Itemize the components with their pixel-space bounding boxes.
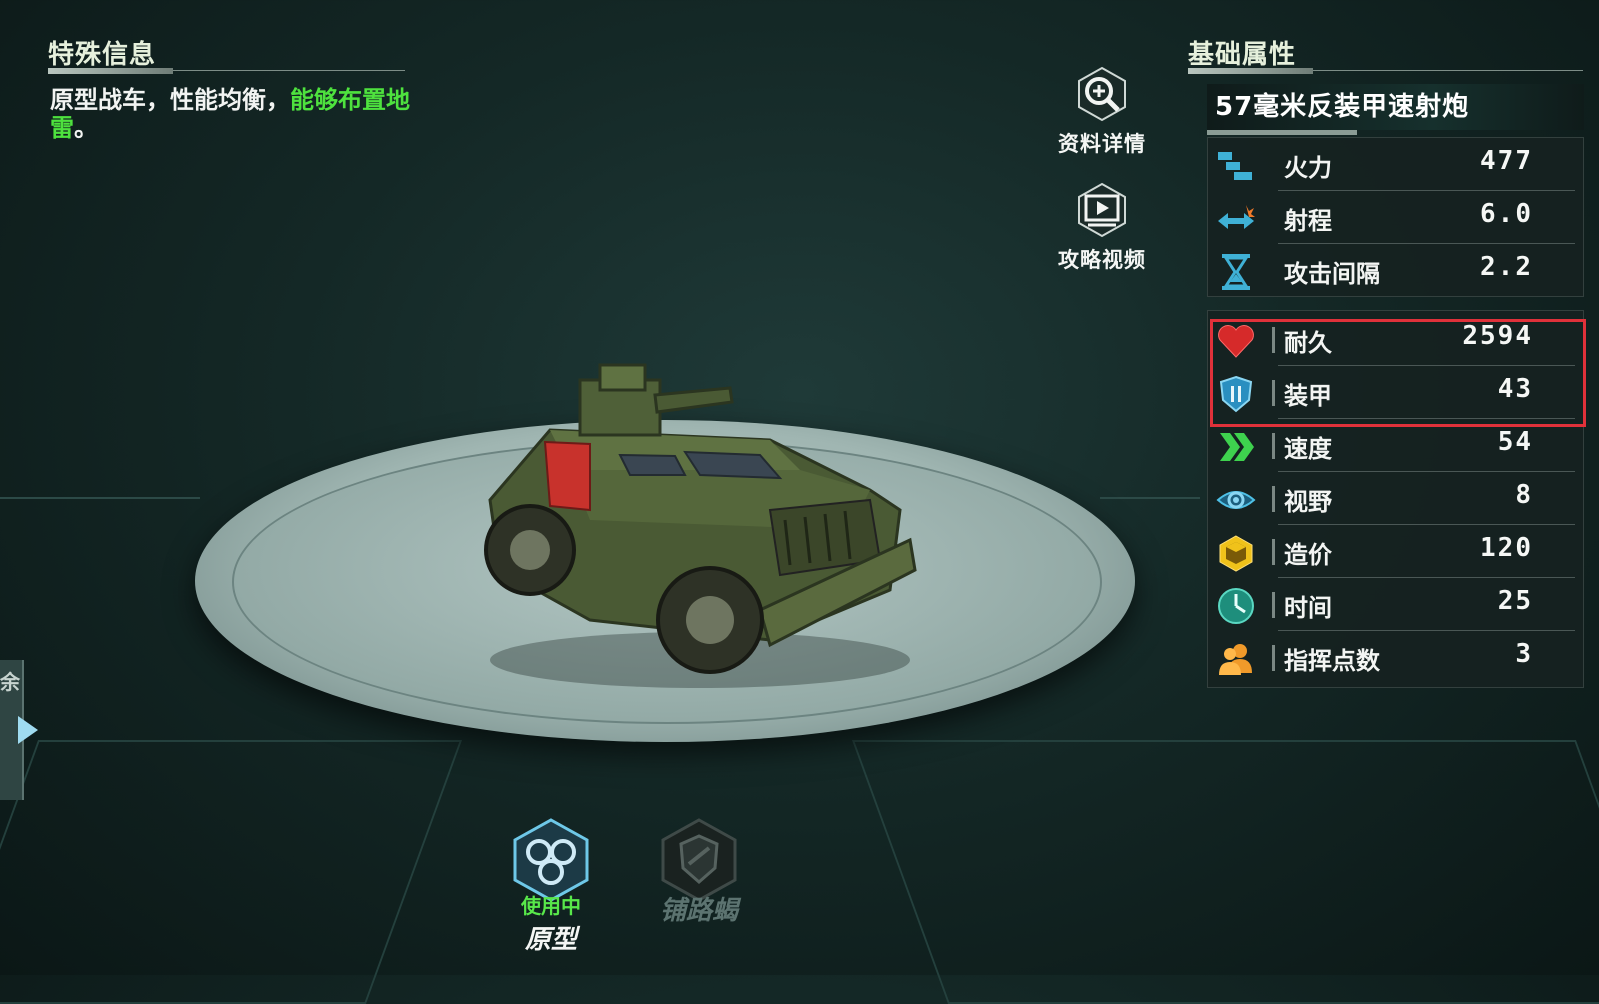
- special-info-text-normal: 原型战车，性能均衡，: [50, 86, 290, 114]
- magnify-plus-icon: [1074, 66, 1130, 122]
- stats-panel: 57毫米反装甲速射炮 火力 477 射程 6.0 攻击间隔 2.2 耐久 259…: [1207, 84, 1584, 714]
- row-marker: [1272, 592, 1275, 618]
- special-info-underline: [48, 68, 173, 74]
- bg-divider: [1100, 497, 1200, 499]
- video-play-icon: [1074, 182, 1130, 238]
- stat-value: 43: [1497, 374, 1533, 404]
- variant-prototype[interactable]: 使用中 原型: [476, 818, 626, 956]
- special-info-rule: [173, 70, 405, 71]
- attack-stats-group: 火力 477 射程 6.0 攻击间隔 2.2: [1207, 137, 1584, 297]
- special-info-title: 特殊信息: [48, 40, 157, 70]
- stat-value: 2.2: [1480, 252, 1533, 282]
- stat-row-attack-interval: 攻击间隔 2.2: [1208, 244, 1585, 297]
- special-info-text-end: 。: [74, 114, 98, 142]
- row-marker: [1272, 327, 1275, 353]
- stat-row-range: 射程 6.0: [1208, 191, 1585, 244]
- stat-label: 视野: [1284, 488, 1332, 516]
- stat-row-command-points: 指挥点数 3: [1208, 631, 1585, 684]
- row-marker: [1272, 645, 1275, 671]
- details-label: 资料详情: [1058, 132, 1146, 156]
- left-expand-arrow-icon[interactable]: [18, 716, 38, 744]
- weapon-underline: [1207, 130, 1357, 135]
- stat-row-armor: 装甲 43: [1208, 366, 1585, 419]
- stat-label: 火力: [1284, 154, 1332, 182]
- stat-label: 耐久: [1284, 329, 1332, 357]
- row-marker: [1272, 433, 1275, 459]
- hourglass-icon: [1216, 252, 1256, 292]
- stat-value: 6.0: [1480, 199, 1533, 229]
- cost-cube-icon: [1216, 533, 1256, 573]
- heart-icon: [1216, 321, 1256, 361]
- stat-label: 攻击间隔: [1284, 260, 1380, 288]
- range-icon: [1216, 199, 1256, 239]
- stat-value: 120: [1480, 533, 1533, 563]
- speed-chevron-icon: [1216, 427, 1256, 467]
- stat-label: 时间: [1284, 594, 1332, 622]
- bg-frame-left: [0, 740, 463, 1004]
- guide-video-label: 攻略视频: [1058, 248, 1146, 272]
- stat-row-vision: 视野 8: [1208, 472, 1585, 525]
- stat-value: 54: [1497, 427, 1533, 457]
- stat-value: 477: [1480, 146, 1533, 176]
- stat-label: 射程: [1284, 207, 1332, 235]
- details-button[interactable]: 资料详情: [1042, 66, 1162, 158]
- special-info-text: 原型战车，性能均衡，能够布置地雷。: [50, 86, 422, 142]
- stat-value: 2594: [1462, 321, 1533, 351]
- stat-row-speed: 速度 54: [1208, 419, 1585, 472]
- basic-attributes-underline: [1188, 68, 1313, 74]
- variant-name: 铺路蝎: [659, 896, 738, 926]
- row-marker: [1272, 486, 1275, 512]
- vehicle-model[interactable]: [470, 360, 930, 700]
- stat-row-durability: 耐久 2594: [1208, 313, 1585, 366]
- weapon-name: 57毫米反装甲速射炮: [1207, 84, 1584, 130]
- firepower-icon: [1216, 146, 1256, 186]
- stat-label: 指挥点数: [1284, 647, 1380, 675]
- basic-attributes-rule: [1313, 70, 1583, 71]
- variant-status: 使用中: [521, 894, 581, 918]
- row-marker: [1272, 380, 1275, 406]
- stat-label: 速度: [1284, 435, 1332, 463]
- left-tab-label: 余: [0, 670, 20, 694]
- unit-stats-group: 耐久 2594 装甲 43 速度 54 视野 8 造价 120 时间 25 指挥…: [1207, 310, 1584, 688]
- row-marker: [1272, 539, 1275, 565]
- stat-value: 3: [1515, 639, 1533, 669]
- basic-attributes-title: 基础属性: [1188, 40, 1297, 70]
- bg-divider: [0, 497, 200, 499]
- stat-value: 25: [1497, 586, 1533, 616]
- bg-frame-right: [851, 740, 1599, 1004]
- eye-icon: [1216, 480, 1256, 520]
- stat-row-time: 时间 25: [1208, 578, 1585, 631]
- variant-paver-scorpion[interactable]: 铺路蝎: [624, 818, 774, 927]
- clock-icon: [1216, 586, 1256, 626]
- stat-value: 8: [1515, 480, 1533, 510]
- stat-row-firepower: 火力 477: [1208, 138, 1585, 191]
- stat-label: 装甲: [1284, 382, 1332, 410]
- variant-name: 原型: [524, 925, 577, 955]
- stat-label: 造价: [1284, 541, 1332, 569]
- command-users-icon: [1216, 639, 1256, 679]
- stat-row-cost: 造价 120: [1208, 525, 1585, 578]
- guide-video-button[interactable]: 攻略视频: [1042, 182, 1162, 274]
- armor-shield-icon: [1216, 374, 1256, 414]
